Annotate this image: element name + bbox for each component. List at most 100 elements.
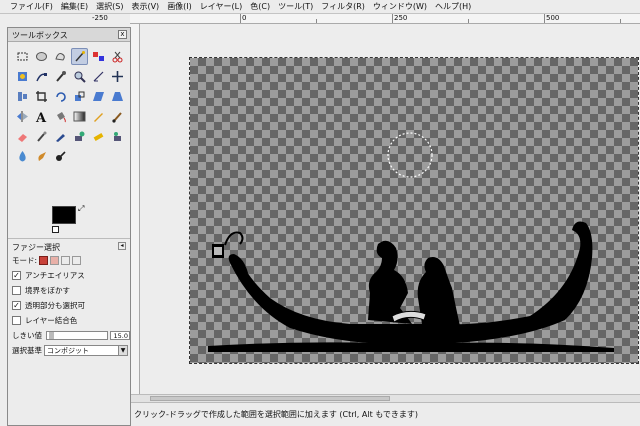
foreground-select-tool-button[interactable] — [14, 68, 31, 85]
threshold-value[interactable]: 15.0 — [110, 331, 130, 340]
fuzzy-select-tool-button[interactable] — [71, 48, 88, 65]
menu-layer[interactable]: レイヤー(L) — [196, 0, 246, 14]
menubar: ファイル(F) 編集(E) 選択(S) 表示(V) 画像(I) レイヤー(L) … — [0, 0, 640, 14]
scale-icon — [75, 91, 85, 101]
by-color-select-icon — [93, 52, 104, 61]
foreground-select-icon — [18, 72, 27, 81]
bucket-fill-tool-button[interactable] — [52, 108, 69, 125]
horizontal-ruler[interactable]: -250 0 250 500 750 — [92, 14, 640, 24]
align-tool-button[interactable] — [14, 88, 31, 105]
measure-tool-button[interactable] — [90, 68, 107, 85]
tool-grid: A — [14, 48, 128, 168]
merged-checkbox[interactable] — [12, 316, 21, 325]
mode-row: モード: — [8, 253, 130, 268]
rotate-tool-button[interactable] — [52, 88, 69, 105]
image-canvas[interactable] — [189, 57, 639, 364]
ink-tool-button[interactable] — [52, 128, 69, 145]
paintbrush-icon — [112, 112, 122, 123]
free-select-tool-button[interactable] — [52, 48, 69, 65]
ruler-tick — [316, 19, 317, 23]
scrollbar-thumb[interactable] — [150, 396, 390, 401]
blend-tool-button[interactable] — [71, 108, 88, 125]
menu-view[interactable]: 表示(V) — [127, 0, 163, 14]
horizontal-scrollbar[interactable] — [130, 394, 640, 402]
gimp-window: ファイル(F) 編集(E) 選択(S) 表示(V) 画像(I) レイヤー(L) … — [0, 0, 640, 426]
antialias-checkbox[interactable]: ✓ — [12, 271, 21, 280]
menu-image[interactable]: 画像(I) — [163, 0, 196, 14]
mode-add-button[interactable] — [50, 256, 60, 265]
blur-tool-button[interactable] — [14, 148, 31, 165]
tool-options-panel: ファジー選択 ◂ モード: ✓ アンチエイリアス 境界をぼかす ✓ 透明部分も選… — [8, 238, 130, 358]
clone-tool-button[interactable] — [71, 128, 88, 145]
lantern-arm — [224, 231, 244, 246]
rect-select-tool-button[interactable] — [14, 48, 31, 65]
ruler-tick — [620, 19, 621, 23]
svg-text:A: A — [35, 111, 47, 123]
ruler-tick — [240, 14, 241, 23]
clone-icon — [75, 131, 85, 141]
ruler-tick — [392, 14, 393, 23]
airbrush-tool-button[interactable] — [33, 128, 50, 145]
threshold-label: しきい値 — [12, 331, 42, 340]
menu-tools[interactable]: ツール(T) — [274, 0, 317, 14]
dodge-burn-tool-button[interactable] — [52, 148, 69, 165]
paths-tool-button[interactable] — [33, 68, 50, 85]
chevron-down-icon: ▼ — [118, 346, 127, 355]
menu-edit[interactable]: 編集(E) — [57, 0, 92, 14]
menu-help[interactable]: ヘルプ(H) — [431, 0, 475, 14]
align-icon — [18, 92, 27, 101]
vertical-ruler[interactable] — [130, 24, 140, 404]
menu-colors[interactable]: 色(C) — [246, 0, 274, 14]
smudge-icon — [38, 152, 46, 161]
reset-colors-icon[interactable] — [52, 226, 59, 233]
perspective-clone-tool-button[interactable] — [109, 128, 126, 145]
transparent-checkbox[interactable]: ✓ — [12, 301, 21, 310]
feather-row: 境界をぼかす — [8, 283, 130, 298]
menu-file[interactable]: ファイル(F) — [6, 0, 57, 14]
ruler-label: 0 — [242, 14, 247, 22]
scissors-select-tool-button[interactable] — [109, 48, 126, 65]
foreground-color-swatch[interactable] — [52, 206, 76, 224]
mode-subtract-button[interactable] — [61, 256, 71, 265]
scale-tool-button[interactable] — [71, 88, 88, 105]
close-button[interactable]: x — [118, 30, 127, 39]
mode-intersect-button[interactable] — [72, 256, 82, 265]
ellipse-select-tool-button[interactable] — [33, 48, 50, 65]
menu-filters[interactable]: フィルタ(R) — [317, 0, 369, 14]
eraser-tool-button[interactable] — [14, 128, 31, 145]
boat-hull — [230, 221, 593, 345]
mode-replace-button[interactable] — [39, 256, 49, 265]
menu-windows[interactable]: ウィンドウ(W) — [369, 0, 431, 14]
feather-checkbox[interactable] — [12, 286, 21, 295]
toolbox-title: ツールボックス — [12, 31, 68, 40]
antialias-label: アンチエイリアス — [25, 271, 85, 280]
toolbox-titlebar[interactable]: ツールボックス x — [8, 28, 130, 42]
zoom-tool-button[interactable] — [71, 68, 88, 85]
tool-options-menu-icon[interactable]: ◂ — [118, 242, 126, 250]
slider-knob[interactable] — [49, 332, 54, 339]
toolbox-window: ツールボックス x A ⤢ ファジー選択 ◂ モード: ✓ アンチエイリアス 境… — [7, 27, 131, 426]
pencil-icon — [94, 113, 103, 122]
heal-tool-button[interactable] — [90, 128, 107, 145]
crop-tool-button[interactable] — [33, 88, 50, 105]
paintbrush-tool-button[interactable] — [109, 108, 126, 125]
smudge-tool-button[interactable] — [33, 148, 50, 165]
criterion-select[interactable]: コンポジット ▼ — [44, 345, 128, 356]
free-select-icon — [55, 53, 65, 61]
text-tool-button[interactable]: A — [33, 108, 50, 125]
threshold-slider[interactable] — [46, 331, 109, 340]
swap-colors-icon[interactable]: ⤢ — [78, 204, 84, 214]
by-color-select-tool-button[interactable] — [90, 48, 107, 65]
perspective-icon — [112, 92, 123, 101]
pencil-tool-button[interactable] — [90, 108, 107, 125]
perspective-tool-button[interactable] — [109, 88, 126, 105]
eraser-icon — [18, 134, 27, 142]
color-picker-tool-button[interactable] — [52, 68, 69, 85]
flip-tool-button[interactable] — [14, 108, 31, 125]
shear-tool-button[interactable] — [90, 88, 107, 105]
image-window: -250 0 250 500 750 — [92, 14, 640, 426]
lantern-glass — [214, 247, 222, 255]
moon-selection-outline — [387, 132, 433, 178]
move-tool-button[interactable] — [109, 68, 126, 85]
menu-select[interactable]: 選択(S) — [92, 0, 127, 14]
